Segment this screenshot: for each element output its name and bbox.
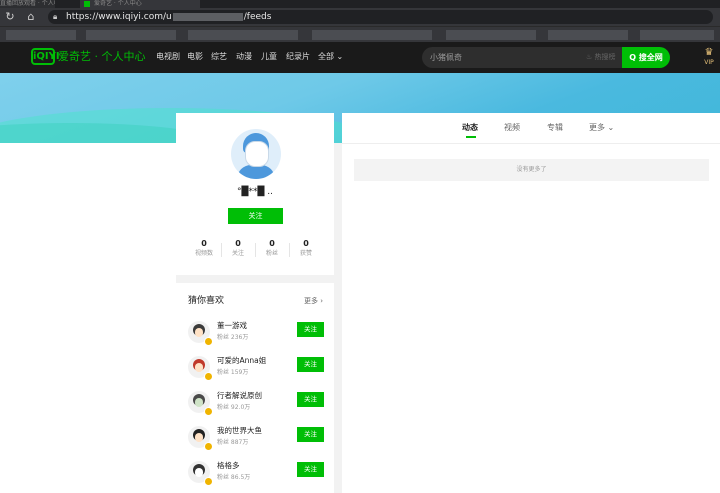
follow-button[interactable]: 关注	[297, 462, 324, 477]
favicon-icon	[84, 1, 90, 7]
recommend-name[interactable]: 董一游戏	[217, 321, 247, 331]
tab-more[interactable]: 更多 ⌄	[589, 122, 614, 134]
home-icon[interactable]: ⌂	[24, 10, 38, 24]
left-blank-area	[0, 143, 176, 493]
recommend-title: 猜你喜欢	[188, 296, 225, 306]
username: °█**█ ..	[237, 187, 273, 197]
iqiyi-logo[interactable]: iQIYI	[31, 48, 60, 65]
stat-likes[interactable]: 0 获赞	[288, 239, 324, 259]
bookmark-item[interactable]	[188, 30, 298, 40]
follow-button[interactable]: 关注	[297, 322, 324, 337]
recommend-name[interactable]: 我的世界大鱼	[217, 426, 262, 436]
list-item[interactable]: 董一游戏 粉丝 236万 关注	[176, 319, 334, 349]
verified-badge-icon	[204, 337, 213, 346]
feed-panel: 动态 视频 专辑 更多 ⌄ 没有更多了	[342, 113, 720, 493]
stat-label: 获赞	[299, 250, 312, 257]
avatar-face	[195, 468, 203, 477]
stat-videos[interactable]: 0 视频数	[186, 239, 222, 259]
bookmarks-bar	[0, 26, 720, 43]
lock-icon: 🔒︎	[53, 12, 58, 21]
stat-value: 0	[235, 239, 241, 248]
bookmark-item[interactable]	[446, 30, 536, 40]
stat-label: 粉丝	[265, 250, 278, 257]
stat-fans[interactable]: 0 粉丝	[254, 239, 290, 259]
bookmark-item[interactable]	[6, 30, 76, 40]
recommend-more-link[interactable]: 更多 ›	[304, 296, 323, 307]
recommend-fans: 粉丝 887万	[217, 439, 249, 446]
tab-albums[interactable]: 专辑	[547, 122, 563, 134]
nav-item-variety[interactable]: 综艺	[211, 52, 227, 62]
bookmark-item[interactable]	[640, 30, 714, 40]
avatar-body	[237, 165, 275, 179]
follow-button[interactable]: 关注	[228, 208, 283, 224]
avatar-face	[245, 141, 269, 167]
stat-label: 关注	[231, 250, 244, 257]
stat-label: 视频数	[194, 250, 213, 257]
brand-title[interactable]: 爱奇艺 · 个人中心	[58, 50, 146, 64]
list-item[interactable]: 可爱的Anna姐 粉丝 159万 关注	[176, 354, 334, 384]
stat-following[interactable]: 0 关注	[220, 239, 256, 259]
browser-tab-2[interactable]: 爱奇艺 · 个人中心	[80, 0, 200, 8]
nav-item-all[interactable]: 全部 ⌄	[318, 52, 343, 62]
recommend-fans: 粉丝 159万	[217, 369, 249, 376]
nav-item-documentary[interactable]: 纪录片	[286, 52, 310, 62]
search-all-button[interactable]: Q 搜全网	[622, 47, 670, 68]
follow-button[interactable]: 关注	[297, 357, 324, 372]
tab-divider	[342, 143, 720, 144]
search-input[interactable]: 小猪佩奇	[430, 47, 462, 68]
bookmark-item[interactable]	[86, 30, 176, 40]
url-bar[interactable]: 🔒︎ https://www.iqiyi.com/u/feeds	[48, 10, 713, 24]
browser-tab-1[interactable]: 直播回放观看 · 个人中心	[0, 0, 55, 8]
bookmark-item[interactable]	[312, 30, 432, 40]
avatar[interactable]	[231, 129, 281, 179]
avatar-face	[195, 398, 203, 407]
verified-badge-icon	[204, 442, 213, 451]
crown-icon: ♛	[704, 47, 714, 58]
list-item[interactable]: 格格多 粉丝 86.5万 关注	[176, 459, 334, 489]
recommend-panel: 猜你喜欢 更多 › 董一游戏 粉丝 236万 关注 可爱的Anna姐 粉丝 15…	[176, 283, 334, 493]
vip-label: VIP	[704, 59, 714, 66]
tab-feed[interactable]: 动态	[462, 122, 478, 134]
nav-item-tv[interactable]: 电视剧	[156, 52, 180, 62]
vip-link[interactable]: ♛ VIP	[700, 47, 718, 69]
url-redacted	[172, 12, 243, 21]
browser-tab-2-label: 爱奇艺 · 个人中心	[94, 0, 142, 7]
recommend-fans: 粉丝 86.5万	[217, 474, 251, 481]
active-tab-indicator	[466, 136, 476, 138]
stat-value: 0	[269, 239, 275, 248]
nav-item-movie[interactable]: 电影	[187, 52, 203, 62]
profile-card: °█**█ .. 关注 0 视频数 0 关注 0 粉丝 0 获赞	[176, 113, 334, 275]
nav-item-anime[interactable]: 动漫	[236, 52, 252, 62]
recommend-name[interactable]: 可爱的Anna姐	[217, 356, 266, 366]
nav-item-kids[interactable]: 儿童	[261, 52, 277, 62]
no-more-notice: 没有更多了	[354, 159, 709, 181]
avatar-face	[195, 328, 203, 337]
url-suffix: /feeds	[243, 12, 272, 22]
recommend-name[interactable]: 格格多	[217, 461, 240, 471]
verified-badge-icon	[204, 477, 213, 486]
bookmark-item[interactable]	[548, 30, 628, 40]
url-prefix: https://www.iqiyi.com/u	[66, 12, 172, 22]
reload-icon[interactable]: ↻	[3, 10, 17, 24]
follow-button[interactable]: 关注	[297, 427, 324, 442]
verified-badge-icon	[204, 372, 213, 381]
verified-badge-icon	[204, 407, 213, 416]
stat-value: 0	[201, 239, 207, 248]
hot-search-link[interactable]: ♨ 热搜榜	[586, 47, 616, 68]
list-item[interactable]: 我的世界大鱼 粉丝 887万 关注	[176, 424, 334, 454]
avatar-face	[195, 363, 203, 372]
browser-tab-strip: 直播回放观看 · 个人中心 爱奇艺 · 个人中心	[0, 0, 720, 8]
list-item[interactable]: 行者解说原创 粉丝 92.0万 关注	[176, 389, 334, 419]
tab-videos[interactable]: 视频	[504, 122, 520, 134]
recommend-name[interactable]: 行者解说原创	[217, 391, 262, 401]
stat-value: 0	[303, 239, 309, 248]
url-text: https://www.iqiyi.com/u/feeds	[66, 10, 271, 24]
browser-toolbar: ↻ ⌂ 🔒︎ https://www.iqiyi.com/u/feeds	[0, 8, 720, 26]
follow-button[interactable]: 关注	[297, 392, 324, 407]
avatar-face	[195, 433, 203, 442]
recommend-fans: 粉丝 92.0万	[217, 404, 251, 411]
search-box[interactable]: 小猪佩奇 ♨ 热搜榜	[422, 47, 622, 68]
recommend-fans: 粉丝 236万	[217, 334, 249, 341]
